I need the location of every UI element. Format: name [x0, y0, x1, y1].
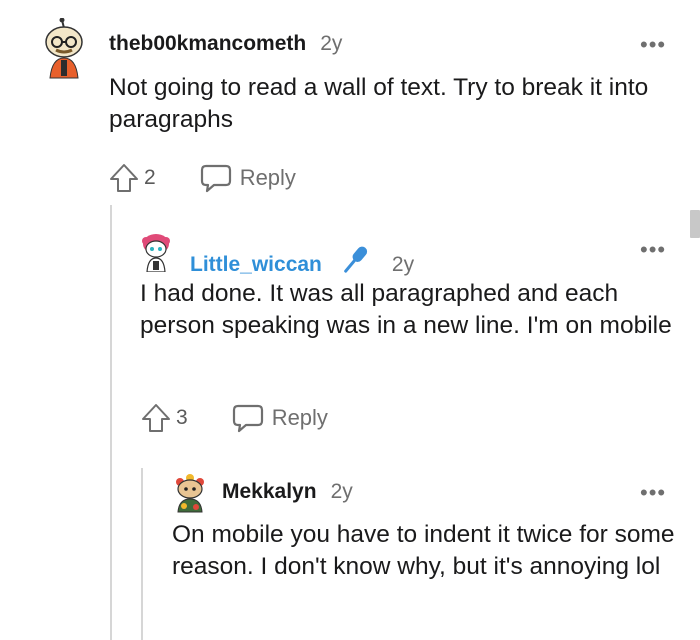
- user-avatar-icon[interactable]: [140, 232, 184, 276]
- microphone-icon: [338, 243, 372, 277]
- comment-header: Mekkalyn 2y: [222, 480, 353, 504]
- upvote-arrow-icon: [110, 164, 138, 192]
- chat-bubble-icon: [200, 164, 231, 193]
- comment: theb00kmancometh 2y ••• Not going to rea…: [0, 0, 700, 210]
- reply-label: Reply: [271, 405, 328, 430]
- upvote-button[interactable]: 2: [108, 162, 156, 194]
- user-avatar-icon[interactable]: [172, 472, 216, 516]
- reply-button[interactable]: Reply: [232, 403, 328, 433]
- user-avatar-icon[interactable]: [40, 17, 84, 79]
- comment: Mekkalyn 2y ••• On mobile you have to in…: [0, 460, 700, 640]
- comment-actions: 2 Reply: [108, 158, 296, 198]
- more-options-button[interactable]: •••: [640, 34, 666, 56]
- username-link[interactable]: Little_wiccan: [190, 253, 322, 277]
- comment-thread: theb00kmancometh 2y ••• Not going to rea…: [0, 0, 700, 640]
- comment-timestamp[interactable]: 2y: [392, 253, 414, 277]
- comment-body: On mobile you have to indent it twice fo…: [172, 521, 675, 580]
- upvote-arrow-icon: [142, 404, 170, 432]
- more-options-button[interactable]: •••: [640, 239, 666, 261]
- comment-body: Not going to read a wall of text. Try to…: [109, 74, 649, 133]
- comment: Little_wiccan 2y ••• I had done. It was …: [0, 215, 700, 455]
- chat-bubble-icon: [232, 404, 263, 433]
- username-link[interactable]: Mekkalyn: [222, 480, 317, 504]
- comment-timestamp[interactable]: 2y: [331, 480, 353, 504]
- reply-label: Reply: [239, 165, 296, 190]
- vote-count: 2: [144, 166, 156, 189]
- comment-timestamp[interactable]: 2y: [320, 32, 342, 56]
- comment-header: theb00kmancometh 2y: [109, 32, 342, 56]
- reply-button[interactable]: Reply: [200, 163, 296, 193]
- more-options-button[interactable]: •••: [640, 482, 666, 504]
- comment-actions: 3 Reply: [140, 398, 328, 438]
- vote-count: 3: [176, 406, 188, 429]
- scrollbar-thumb[interactable]: [690, 210, 700, 238]
- comment-body: I had done. It was all paragraphed and e…: [140, 280, 672, 339]
- upvote-button[interactable]: 3: [140, 402, 188, 434]
- comment-header: Little_wiccan 2y: [190, 237, 414, 277]
- username-link[interactable]: theb00kmancometh: [109, 32, 306, 56]
